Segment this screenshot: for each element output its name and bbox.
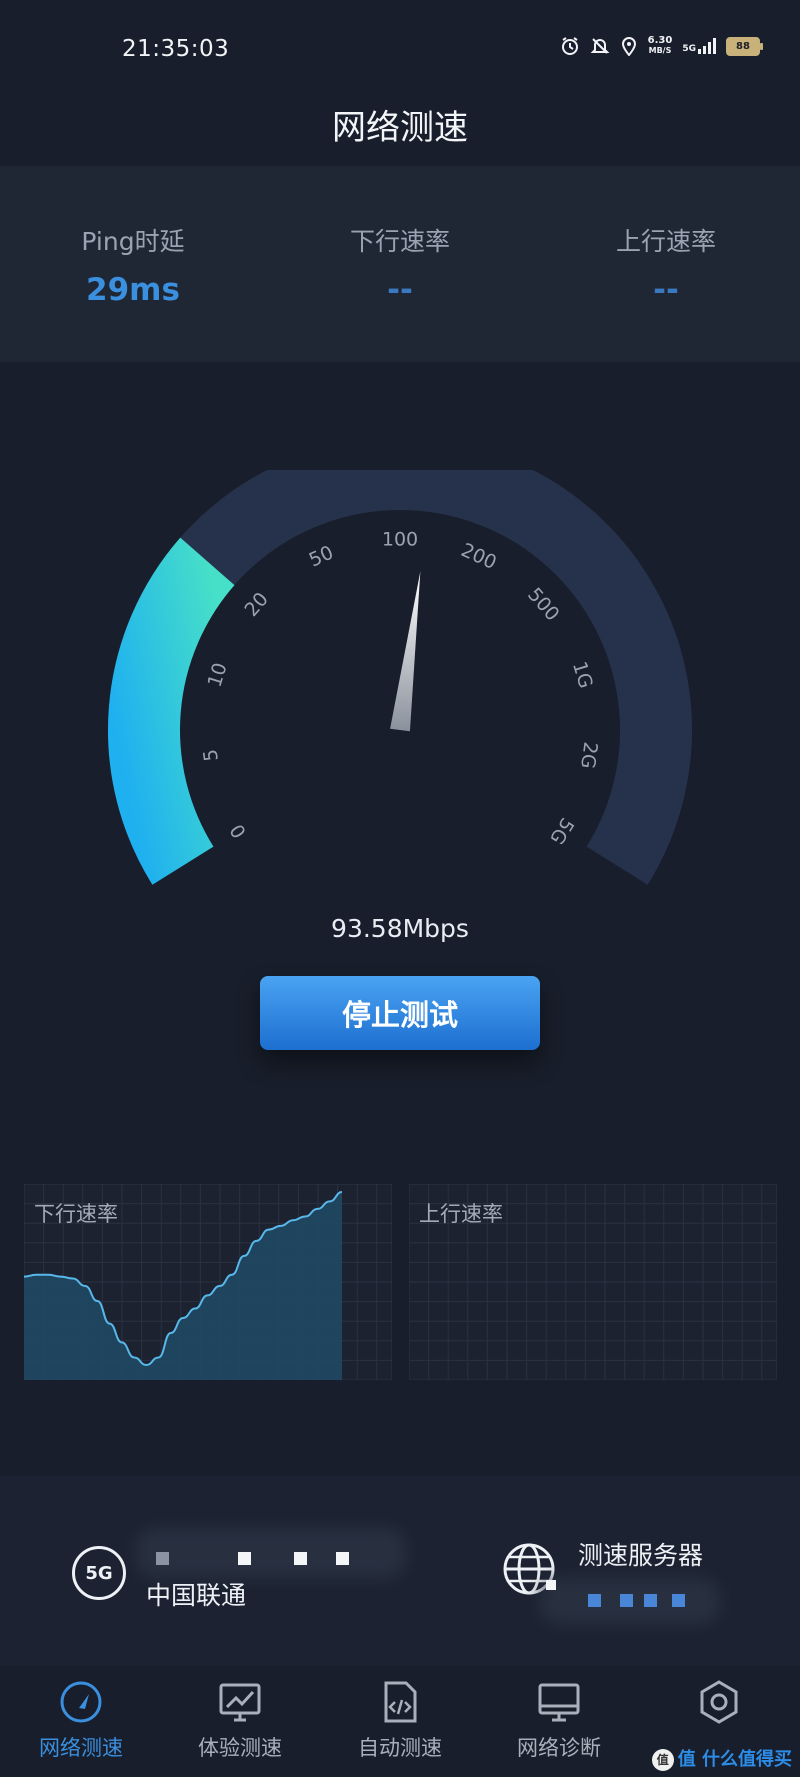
download-graph-label: 下行速率 xyxy=(34,1202,118,1226)
metric-download-value: -- xyxy=(387,272,413,308)
metric-ping-label: Ping时延 xyxy=(81,227,185,256)
signal-indicator: 5G xyxy=(682,38,716,54)
alarm-icon xyxy=(561,37,578,55)
tab-auto-speed[interactable]: 自动测速 xyxy=(335,1678,465,1762)
gauge-tick-20: 20 xyxy=(240,588,272,621)
tab-experience-speed[interactable]: 体验测速 xyxy=(175,1678,305,1762)
redaction-pixel xyxy=(588,1594,601,1607)
metric-upload-value: -- xyxy=(653,272,679,308)
monitor-chart-icon xyxy=(219,1683,261,1722)
gauge-tick-100: 100 xyxy=(382,529,418,551)
gauge-tick-1G: 1G xyxy=(568,659,597,691)
settings-hex-icon xyxy=(700,1680,738,1724)
signal-bars-icon xyxy=(698,38,716,54)
redaction-pixel xyxy=(620,1594,633,1607)
server-label[interactable]: 测速服务器 xyxy=(578,1536,703,1572)
redaction-pixel xyxy=(294,1552,307,1565)
gauge-tick-5G: 5G xyxy=(545,814,578,848)
redaction-pixel xyxy=(546,1580,556,1590)
metric-download: 下行速率 -- xyxy=(270,222,530,308)
network-type: 5G xyxy=(682,44,696,54)
tab-network-speed[interactable]: 网络测速 xyxy=(16,1678,146,1762)
redaction-pixel xyxy=(238,1552,251,1565)
gauge-tick-50: 50 xyxy=(306,542,337,572)
redacted-network-name xyxy=(136,1528,406,1578)
status-bar: 21:35:03 6.30 MB/S 5G 88 xyxy=(0,0,800,90)
gauge-tick-500: 500 xyxy=(523,584,563,626)
upload-graph-label: 上行速率 xyxy=(419,1202,503,1226)
redaction-pixel xyxy=(156,1552,169,1565)
status-icons: 6.30 MB/S 5G 88 xyxy=(560,35,763,56)
gauge-tick-2G: 2G xyxy=(576,740,601,769)
metric-download-label: 下行速率 xyxy=(349,227,450,256)
tab-network-diagnosis[interactable]: 网络诊断 xyxy=(494,1678,624,1762)
watermark-text: 值 什么值得买 xyxy=(677,1749,792,1770)
gauge-tick-5: 5 xyxy=(199,748,222,763)
carrier-5g-badge: 5G xyxy=(72,1546,126,1600)
speed-reading: 93.58Mbps xyxy=(331,914,469,943)
gauge-progress xyxy=(108,537,235,885)
gauge-tick-200: 200 xyxy=(458,539,500,574)
watermark: 值值 什么值得买 xyxy=(651,1745,792,1771)
metrics-panel: Ping时延 29ms 下行速率 -- 上行速率 -- xyxy=(0,166,800,362)
carrier-name: 中国联通 xyxy=(146,1581,247,1610)
gauge-tick-10: 10 xyxy=(204,660,232,690)
metric-upload: 上行速率 -- xyxy=(536,222,796,308)
metric-upload-label: 上行速率 xyxy=(615,227,716,256)
tab-settings[interactable] xyxy=(654,1678,784,1732)
metric-ping: Ping时延 29ms xyxy=(3,222,263,308)
upload-graph: 上行速率 xyxy=(408,1183,778,1381)
speedometer-icon xyxy=(60,1681,102,1723)
speed-gauge: 0 5 10 20 50 100 200 500 1G 2G 5G xyxy=(108,470,692,885)
download-graph: 下行速率 xyxy=(23,1183,393,1381)
redaction-pixel xyxy=(644,1594,657,1607)
desktop-icon xyxy=(538,1683,580,1722)
location-icon xyxy=(621,37,636,56)
gauge-tick-0: 0 xyxy=(226,820,251,842)
redaction-pixel xyxy=(336,1552,349,1565)
page-title: 网络测速 xyxy=(332,108,468,148)
watermark-logo-icon: 值 xyxy=(651,1749,674,1771)
stop-test-button[interactable]: 停止测试 xyxy=(260,976,540,1050)
metric-ping-value: 29ms xyxy=(86,272,180,308)
code-file-icon xyxy=(384,1681,417,1723)
status-time: 21:35:03 xyxy=(122,36,230,62)
gauge-needle xyxy=(390,571,421,732)
battery-indicator: 88 xyxy=(726,36,763,56)
mute-bell-icon xyxy=(590,38,610,54)
net-speed: 6.30 MB/S xyxy=(647,35,673,56)
redaction-pixel xyxy=(672,1594,685,1607)
